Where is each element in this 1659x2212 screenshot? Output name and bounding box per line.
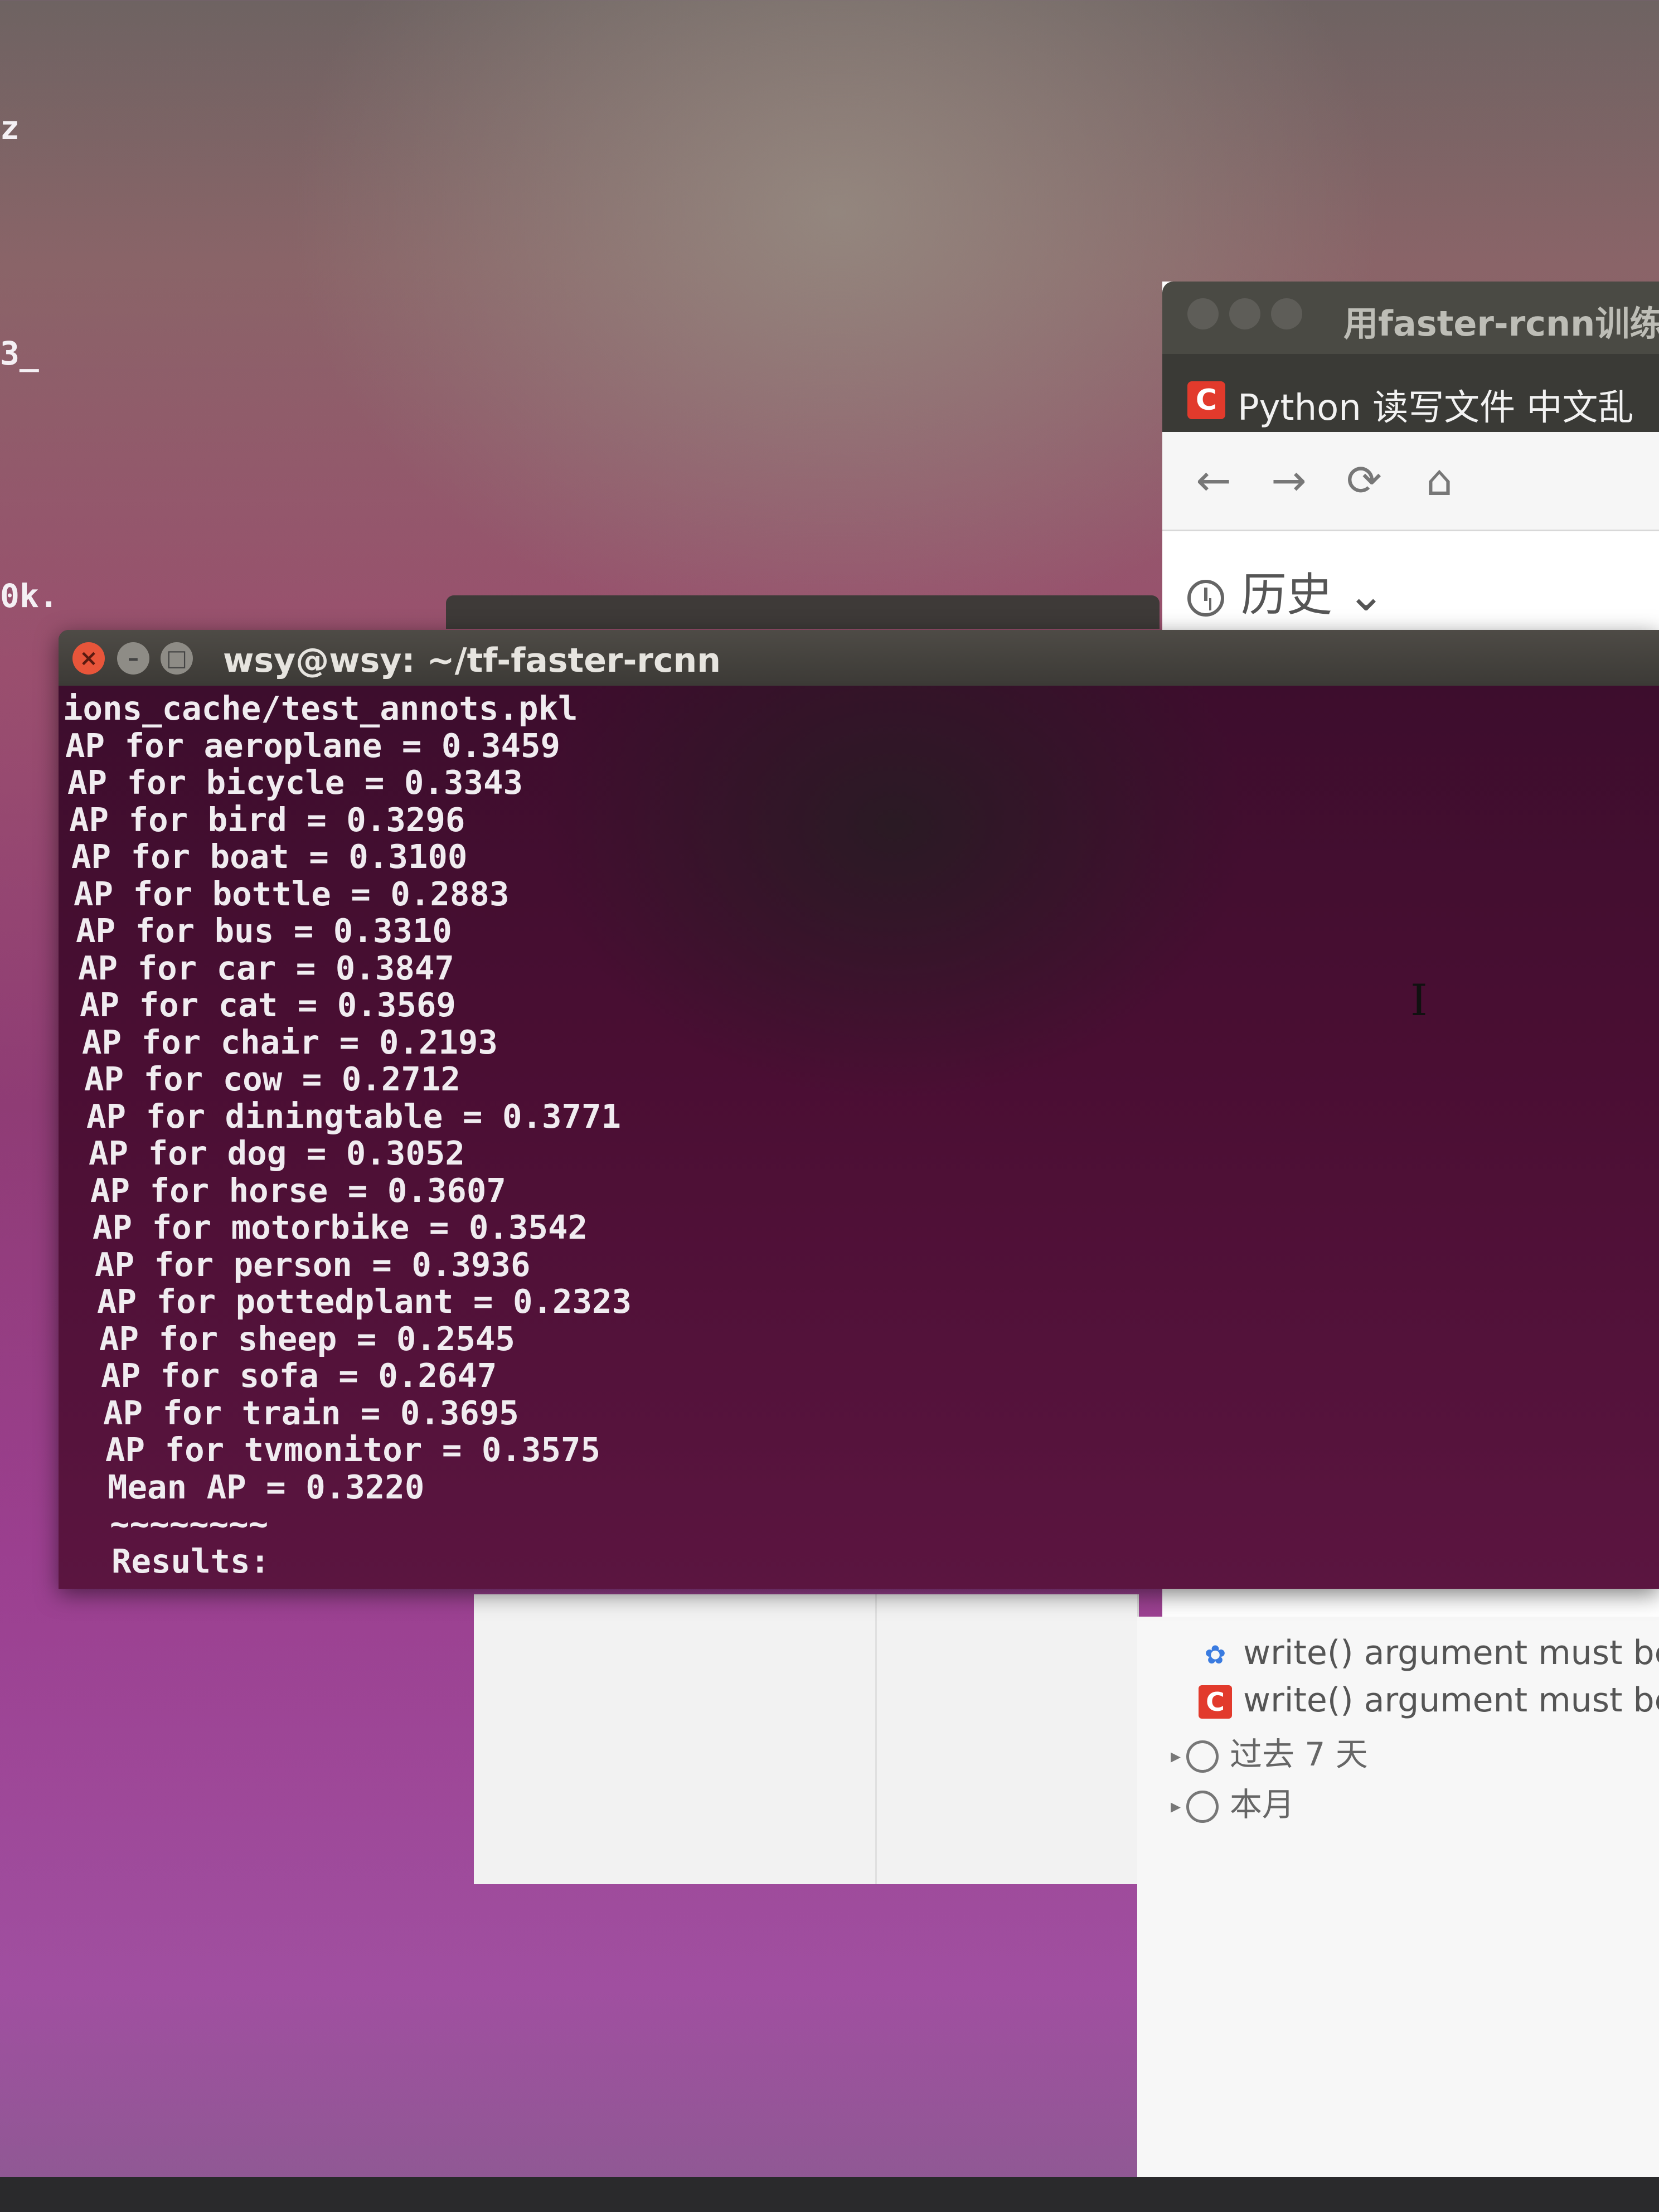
terminal-line: AP for boat = 0.3100 xyxy=(71,837,468,876)
terminal-line: ions_cache/test_annots.pkl xyxy=(63,689,578,727)
browser-tab-bar: C Python 读写文件 中文乱 xyxy=(1162,354,1659,432)
history-group-this-month[interactable]: ▸ 本月 xyxy=(1171,1778,1294,1825)
browser-window-title: 用faster-rcnn训练 xyxy=(1343,303,1659,344)
history-item-text: write() argument must be s xyxy=(1243,1633,1659,1672)
terminal-line: AP for train = 0.3695 xyxy=(103,1393,519,1432)
panel-divider xyxy=(875,1594,877,1884)
csdn-icon: C xyxy=(1199,1685,1232,1719)
terminal-line: AP for bottle = 0.2883 xyxy=(74,874,510,913)
terminal-line: AP for pottedplant = 0.2323 xyxy=(97,1282,632,1321)
history-menu[interactable]: 历史 ⌄ xyxy=(1187,557,1385,624)
terminal-window[interactable]: × – □ wsy@wsy: ~/tf-faster-rcnn ions_cac… xyxy=(59,630,1659,1589)
terminal-output[interactable]: ions_cache/test_annots.pkl AP for aeropla… xyxy=(63,690,632,1580)
expand-arrow-icon: ▸ xyxy=(1171,1745,1181,1768)
history-item-text: write() argument must be s xyxy=(1243,1681,1659,1720)
browser-close-button[interactable] xyxy=(1187,298,1219,329)
background-window-panel xyxy=(474,1594,1139,1884)
terminal-line: AP for sheep = 0.2545 xyxy=(99,1319,515,1358)
minimize-icon[interactable]: – xyxy=(117,642,149,675)
history-item[interactable]: ✿ write() argument must be s xyxy=(1199,1633,1659,1672)
forward-arrow-icon[interactable]: → xyxy=(1265,457,1312,504)
history-list: ✿ write() argument must be s Cwrite() arg… xyxy=(1137,1617,1659,2212)
desktop-text-fragment: z xyxy=(0,109,20,147)
terminal-line: AP for horse = 0.3607 xyxy=(90,1171,506,1210)
terminal-line: Results: xyxy=(111,1541,270,1580)
history-item[interactable]: Cwrite() argument must be s xyxy=(1199,1681,1659,1720)
terminal-line: AP for bus = 0.3310 xyxy=(76,911,452,950)
close-icon[interactable]: × xyxy=(72,642,105,675)
terminal-line: Mean AP = 0.3220 xyxy=(108,1467,425,1506)
terminal-line: AP for cow = 0.2712 xyxy=(84,1060,460,1098)
paw-icon: ✿ xyxy=(1204,1639,1226,1670)
terminal-line: ~~~~~~~~ xyxy=(110,1505,269,1543)
monitor-bezel xyxy=(0,2177,1659,2212)
terminal-line: AP for cat = 0.3569 xyxy=(80,986,456,1024)
desktop-text-fragment: 0k. xyxy=(0,577,59,615)
terminal-line: AP for bicycle = 0.3343 xyxy=(67,763,523,802)
terminal-line: AP for dog = 0.3052 xyxy=(89,1134,465,1172)
terminal-line: AP for chair = 0.2193 xyxy=(82,1022,498,1061)
terminal-line: AP for car = 0.3847 xyxy=(78,948,454,987)
browser-titlebar[interactable]: 用faster-rcnn训练 xyxy=(1162,282,1659,354)
maximize-icon[interactable]: □ xyxy=(161,642,193,675)
browser-tab-title: Python 读写文件 中文乱 xyxy=(1238,387,1634,429)
reload-icon[interactable]: ⟳ xyxy=(1341,457,1388,504)
terminal-line: AP for diningtable = 0.3771 xyxy=(86,1097,622,1136)
clock-icon xyxy=(1186,1790,1219,1823)
text-cursor-icon: I xyxy=(1410,976,1428,1026)
terminal-line: AP for bird = 0.3296 xyxy=(69,800,465,839)
terminal-line: AP for sofa = 0.2647 xyxy=(101,1356,497,1395)
csdn-favicon-icon: C xyxy=(1187,381,1225,419)
desktop-text-fragment: 3_ xyxy=(0,334,39,372)
expand-arrow-icon: ▸ xyxy=(1171,1795,1181,1818)
browser-maximize-button[interactable] xyxy=(1271,298,1302,329)
history-label: 历史 xyxy=(1241,569,1333,622)
background-window-titlebar[interactable] xyxy=(446,595,1160,629)
history-group-label: 过去 7 天 xyxy=(1230,1735,1368,1773)
home-icon[interactable]: ⌂ xyxy=(1416,457,1463,504)
chevron-down-icon: ⌄ xyxy=(1347,569,1385,622)
history-group-label: 本月 xyxy=(1230,1786,1295,1823)
history-group-past-7-days[interactable]: ▸ 过去 7 天 xyxy=(1171,1728,1368,1775)
clock-icon xyxy=(1186,1740,1219,1773)
browser-nav-bar: ← → ⟳ ⌂ xyxy=(1162,432,1659,531)
browser-minimize-button[interactable] xyxy=(1229,298,1260,329)
clock-icon xyxy=(1187,579,1224,617)
back-arrow-icon[interactable]: ← xyxy=(1190,457,1237,504)
terminal-line: AP for motorbike = 0.3542 xyxy=(93,1208,588,1246)
terminal-title: wsy@wsy: ~/tf-faster-rcnn xyxy=(223,641,721,680)
terminal-line: AP for aeroplane = 0.3459 xyxy=(65,726,561,765)
terminal-line: AP for person = 0.3936 xyxy=(95,1245,531,1284)
terminal-line: AP for tvmonitor = 0.3575 xyxy=(105,1430,601,1469)
browser-tab[interactable]: C Python 读写文件 中文乱 xyxy=(1182,362,1659,432)
terminal-titlebar[interactable]: × – □ wsy@wsy: ~/tf-faster-rcnn xyxy=(59,630,1659,686)
